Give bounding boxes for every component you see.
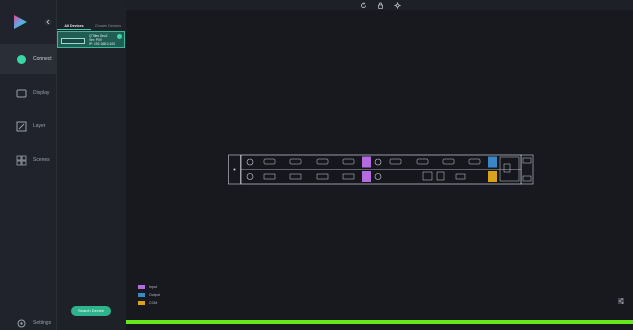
tab-chosen-devices[interactable]: Chosen Devices	[91, 22, 125, 30]
nav-item-layer[interactable]: Layer	[0, 111, 56, 141]
device-info: Q'Tiles Sec2 Ver: P0V IP: 192.168.0.100	[89, 34, 115, 46]
sliders-icon[interactable]	[617, 297, 625, 305]
legend-label: Output	[149, 293, 160, 297]
legend-swatch	[138, 293, 145, 297]
legend-item-com: COM	[138, 301, 157, 305]
nav-item-label: Display	[33, 90, 50, 96]
legend-item-input: Input	[138, 285, 157, 289]
scenes-icon	[16, 155, 27, 165]
input-port-indicator	[362, 156, 371, 168]
com-port-indicator	[488, 171, 497, 182]
lock-icon[interactable]	[377, 2, 384, 9]
app-window: Connect Display Layer Scenes Settings Al…	[0, 0, 633, 330]
progress-bar	[126, 320, 633, 324]
tab-all-devices[interactable]: All Devices	[57, 22, 91, 30]
back-arrow-icon[interactable]	[44, 18, 52, 26]
nav-item-scenes[interactable]: Scenes	[0, 145, 56, 175]
connected-status-icon	[117, 34, 122, 39]
device-tabs: All Devices Chosen Devices	[57, 22, 125, 30]
nav-rail: Connect Display Layer Scenes Settings	[0, 0, 56, 330]
legend-swatch	[138, 285, 145, 289]
device-panel	[56, 0, 126, 330]
layer-icon	[16, 121, 27, 131]
nav-item-label: Layer	[33, 123, 46, 129]
nav-item-label: Connect	[33, 56, 52, 62]
settings-icon	[17, 319, 26, 327]
search-device-button[interactable]: Search Device	[71, 306, 111, 316]
legend-label: COM	[149, 301, 158, 305]
locate-icon[interactable]	[394, 2, 401, 9]
canvas-toolbar	[126, 0, 633, 10]
legend-swatch	[138, 301, 145, 305]
display-icon	[16, 89, 27, 97]
nav-item-display[interactable]: Display	[0, 78, 56, 108]
output-port-indicator	[488, 156, 497, 168]
device-rear-panel	[228, 154, 534, 185]
logo-icon	[14, 15, 27, 29]
device-card[interactable]: Q'Tiles Sec2 Ver: P0V IP: 192.168.0.100	[57, 31, 125, 48]
refresh-icon[interactable]	[360, 2, 367, 9]
legend-label: Input	[149, 285, 157, 289]
legend-item-output: Output	[138, 293, 160, 297]
nav-item-settings[interactable]: Settings	[0, 308, 56, 330]
nav-item-label: Settings	[33, 320, 52, 326]
device-ip: IP: 192.168.0.100	[89, 42, 116, 46]
nav-item-label: Scenes	[33, 157, 50, 163]
device-thumbnail	[61, 38, 85, 44]
nav-item-connect[interactable]: Connect	[0, 44, 56, 74]
connect-icon	[17, 54, 26, 64]
